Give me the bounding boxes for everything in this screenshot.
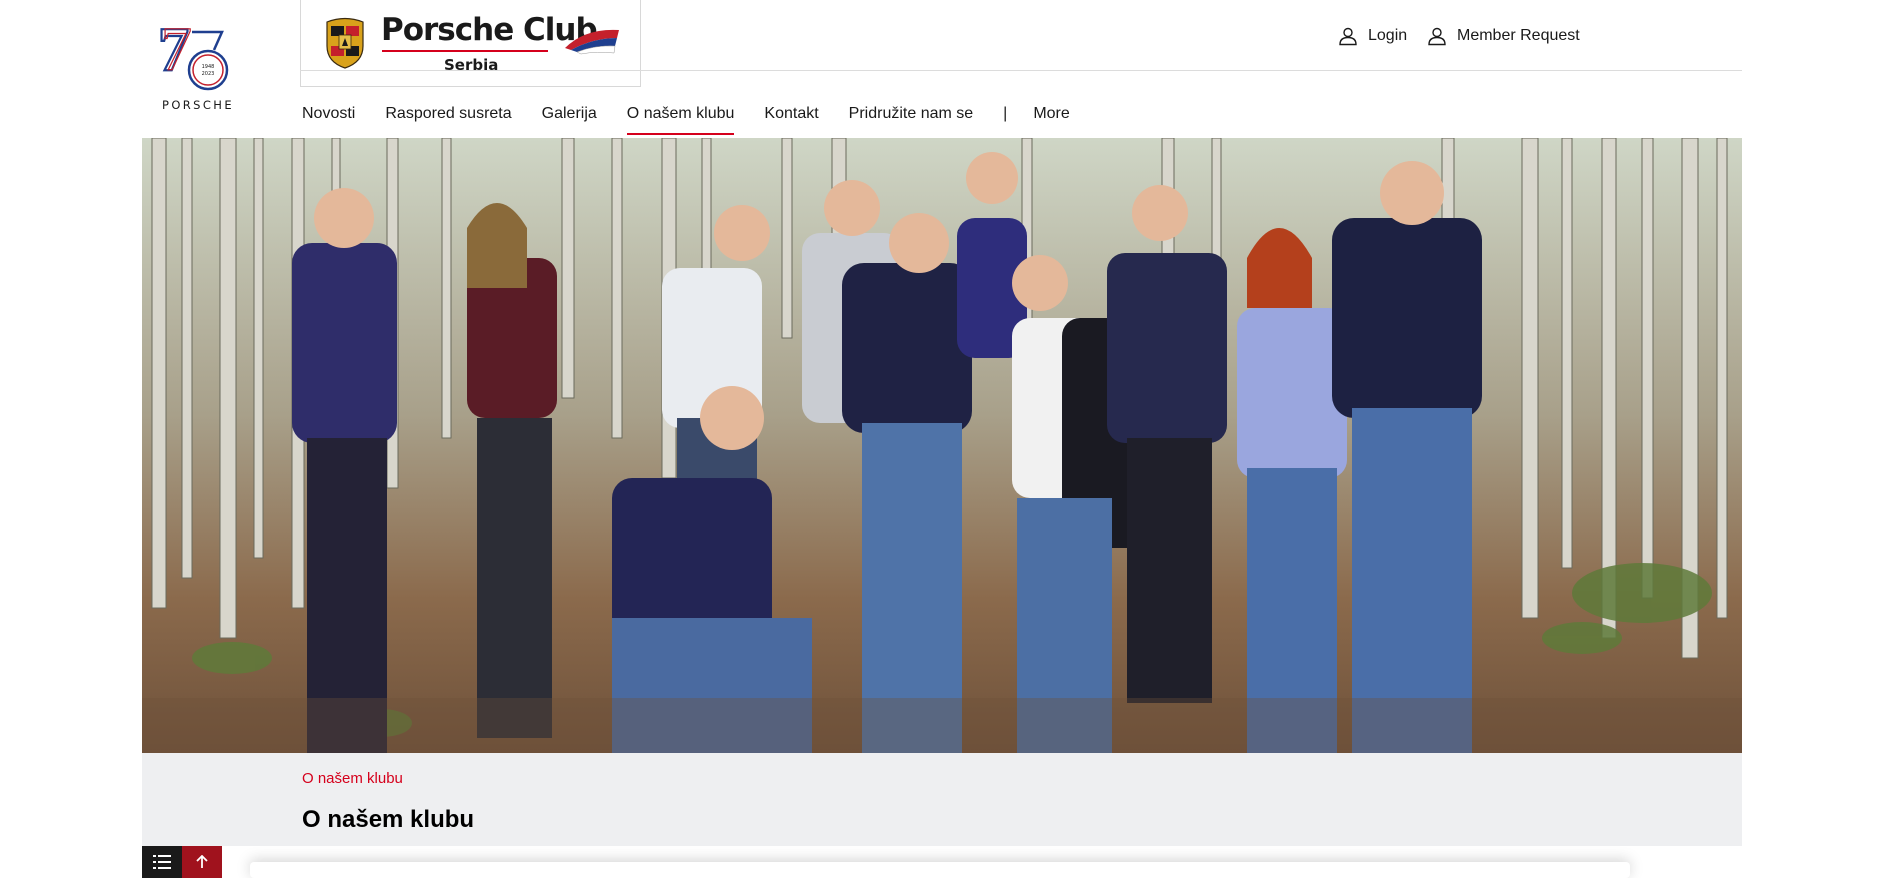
porsche-crest-icon bbox=[326, 17, 364, 69]
header-divider bbox=[300, 70, 1742, 71]
nav-item-galerija[interactable]: Galerija bbox=[542, 105, 597, 135]
member-request-label: Member Request bbox=[1457, 27, 1580, 44]
nav-item-novosti[interactable]: Novosti bbox=[302, 105, 355, 135]
breadcrumb[interactable]: O našem klubu bbox=[302, 770, 403, 787]
svg-text:2023: 2023 bbox=[202, 71, 215, 77]
nav-item-more[interactable]: More bbox=[1033, 105, 1069, 135]
arrow-up-icon bbox=[196, 855, 208, 868]
club-subtitle: Serbia bbox=[444, 56, 499, 74]
table-of-contents-button[interactable] bbox=[142, 846, 182, 878]
nav-item-kontakt[interactable]: Kontakt bbox=[764, 105, 818, 135]
svg-text:1948: 1948 bbox=[202, 64, 215, 70]
login-link[interactable]: Login bbox=[1338, 24, 1407, 48]
content-card bbox=[250, 862, 1630, 878]
porsche-wordmark: PORSCHE bbox=[162, 98, 234, 112]
nav-item-raspored-susreta[interactable]: Raspored susreta bbox=[385, 105, 511, 135]
nav-separator: | bbox=[1003, 105, 1008, 122]
login-label: Login bbox=[1368, 27, 1408, 44]
page-heading-band: O našem klubu O našem klubu bbox=[142, 753, 1742, 846]
user-icon bbox=[1428, 27, 1446, 46]
user-icon bbox=[1339, 27, 1357, 46]
nav-item-o-nasem-klubu[interactable]: O našem klubu bbox=[626, 105, 734, 135]
hero-image bbox=[142, 138, 1742, 753]
member-request-link[interactable]: Member Request bbox=[1427, 24, 1580, 48]
porsche-75-logo[interactable]: 7 7 1948 2023 PORSCHE bbox=[142, 12, 254, 112]
list-icon bbox=[153, 855, 171, 869]
club-title-underline bbox=[382, 50, 548, 52]
back-to-top-button[interactable] bbox=[182, 846, 222, 878]
serbia-flag-icon bbox=[565, 29, 619, 55]
svg-text:7: 7 bbox=[161, 16, 192, 84]
club-badge[interactable]: Porsche Club Serbia bbox=[300, 0, 641, 87]
nav-item-pridruzite-nam-se[interactable]: Pridružite nam se bbox=[849, 105, 974, 135]
page-title: O našem klubu bbox=[302, 806, 475, 833]
main-nav: Novosti Raspored susreta Galerija O naše… bbox=[302, 105, 1100, 139]
